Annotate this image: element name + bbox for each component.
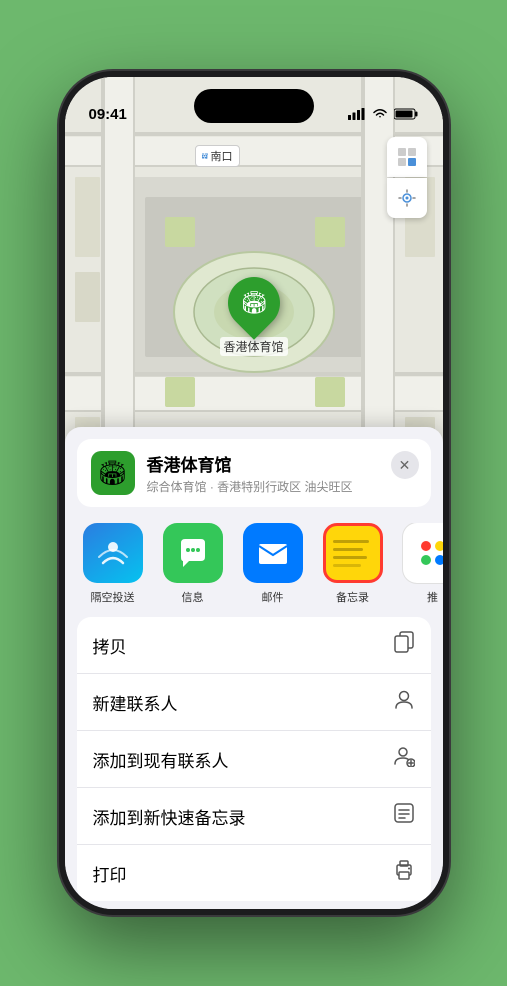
phone-frame: 09:41 [59, 71, 449, 915]
map-controls [387, 137, 427, 218]
new-contact-icon [393, 688, 415, 716]
south-entrance-label: 南 南口 [195, 145, 240, 167]
messages-icon [163, 523, 223, 583]
share-sheet: 🏟 香港体育馆 综合体育馆 · 香港特别行政区 油尖旺区 ✕ [65, 427, 443, 909]
battery-icon [394, 108, 419, 123]
action-quick-note-label: 添加到新快速备忘录 [93, 804, 246, 829]
mail-icon [243, 523, 303, 583]
share-app-more[interactable]: 推 [397, 523, 443, 605]
share-app-messages[interactable]: 信息 [157, 523, 229, 605]
signal-icon [348, 108, 366, 123]
share-app-notes[interactable]: 备忘录 [317, 523, 389, 605]
phone-screen: 09:41 [65, 77, 443, 909]
action-quick-note[interactable]: 添加到新快速备忘录 [77, 788, 431, 845]
more-icon [403, 523, 443, 583]
location-card: 🏟 香港体育馆 综合体育馆 · 香港特别行政区 油尖旺区 ✕ [77, 439, 431, 507]
quick-note-icon [393, 802, 415, 830]
share-app-airdrop[interactable]: 隔空投送 [77, 523, 149, 605]
stadium-marker: 🏟 香港体育馆 [219, 277, 287, 356]
location-desc: 综合体育馆 · 香港特别行政区 油尖旺区 [147, 478, 417, 495]
more-label: 推 [427, 589, 438, 605]
share-apps-scroll: 隔空投送 信息 [65, 523, 443, 605]
messages-label: 信息 [182, 589, 204, 605]
action-new-contact-label: 新建联系人 [93, 690, 178, 715]
notes-icon [323, 523, 383, 583]
action-add-contact[interactable]: 添加到现有联系人 [77, 731, 431, 788]
action-print-label: 打印 [93, 861, 127, 886]
print-icon [393, 859, 415, 887]
add-contact-icon [393, 745, 415, 773]
action-new-contact[interactable]: 新建联系人 [77, 674, 431, 731]
south-dot: 南 [202, 153, 208, 159]
marker-pin-icon: 🏟 [240, 290, 268, 316]
action-add-contact-label: 添加到现有联系人 [93, 747, 229, 772]
action-print[interactable]: 打印 [77, 845, 431, 901]
south-text: 南口 [211, 148, 233, 164]
action-list: 拷贝 新建联系人 [77, 617, 431, 901]
wifi-icon [372, 108, 388, 123]
copy-icon [393, 631, 415, 659]
mail-label: 邮件 [262, 589, 284, 605]
notes-label: 备忘录 [336, 589, 369, 605]
airdrop-label: 隔空投送 [91, 589, 135, 605]
marker-pin: 🏟 [217, 266, 291, 340]
share-app-mail[interactable]: 邮件 [237, 523, 309, 605]
airdrop-icon [83, 523, 143, 583]
action-copy[interactable]: 拷贝 [77, 617, 431, 674]
action-copy-label: 拷贝 [93, 633, 127, 658]
location-name: 香港体育馆 [147, 451, 417, 476]
close-button[interactable]: ✕ [391, 451, 419, 479]
location-info: 香港体育馆 综合体育馆 · 香港特别行政区 油尖旺区 [147, 451, 417, 495]
share-apps-row: 隔空投送 信息 [65, 515, 443, 617]
status-icons [348, 108, 419, 123]
map-view-button[interactable] [387, 137, 427, 177]
location-card-icon: 🏟 [91, 451, 135, 495]
dynamic-island [194, 89, 314, 123]
location-button[interactable] [387, 178, 427, 218]
